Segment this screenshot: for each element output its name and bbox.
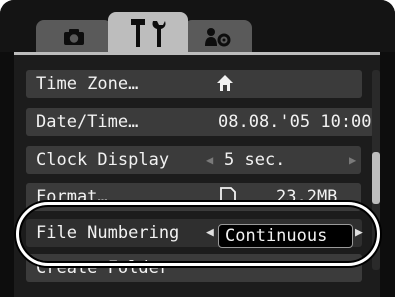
menu-item-label: Date/Time…: [36, 112, 139, 132]
menu-item-time-zone[interactable]: Time Zone…: [26, 70, 362, 98]
arrow-left-icon[interactable]: ◀: [206, 146, 213, 174]
wrench-hammer-icon: [131, 19, 166, 47]
menu-item-value: 08.08.'05 10:00: [218, 112, 372, 132]
menu-item-date-time[interactable]: Date/Time… 08.08.'05 10:00: [26, 108, 374, 136]
menu-item-clock-display[interactable]: Clock Display ◀ 5 sec. ▶: [26, 146, 361, 174]
tab-my-settings[interactable]: [184, 20, 252, 54]
menu-item-value: 5 sec.: [224, 150, 286, 170]
menu-item-label: Time Zone…: [36, 74, 139, 94]
arrow-right-icon[interactable]: ▶: [349, 146, 356, 174]
home-icon: [216, 70, 234, 98]
menu-item-label: Clock Display: [36, 150, 170, 170]
person-settings-icon: [205, 28, 231, 47]
highlight-ring: [16, 202, 380, 266]
scrollbar-thumb[interactable]: [372, 152, 380, 204]
camera-lcd-screen: Time Zone… Date/Time… 08.08.'05 10:00 Cl…: [0, 0, 395, 297]
camera-icon: [64, 29, 84, 45]
tab-shooting[interactable]: [36, 20, 112, 54]
tab-setup[interactable]: [108, 12, 188, 54]
